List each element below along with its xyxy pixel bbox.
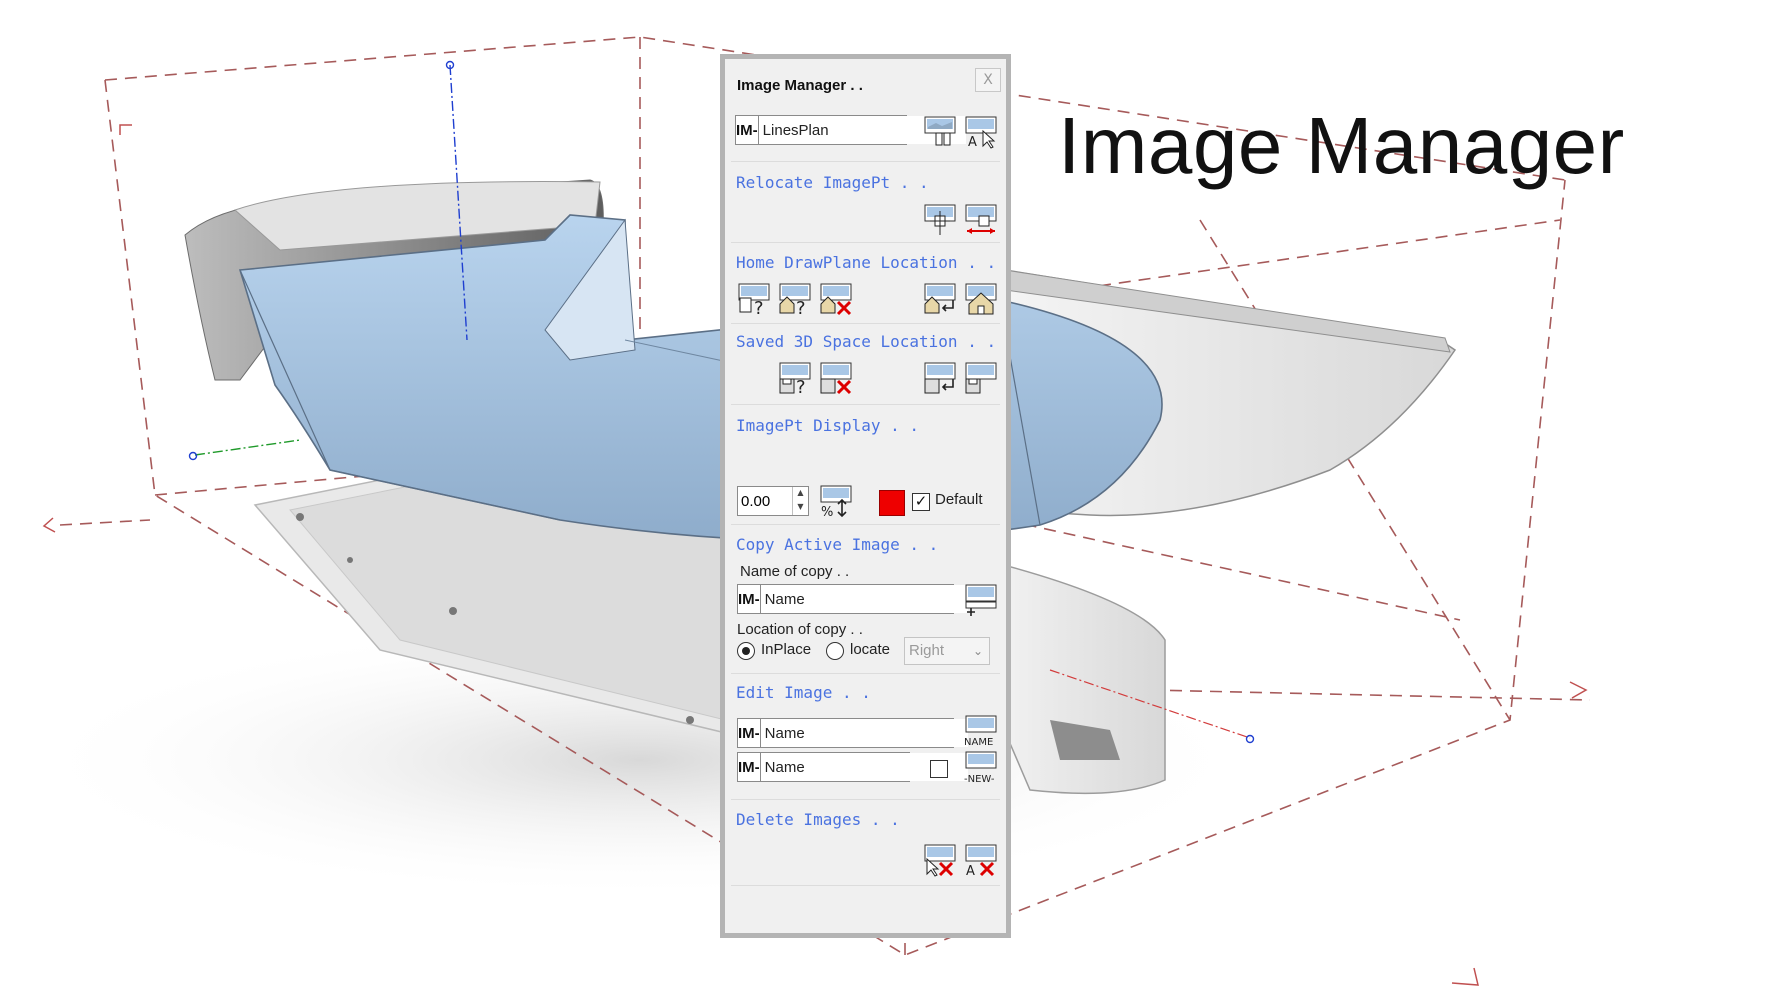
copy-name-label: Name of copy . . [740,563,850,580]
rename-image-button[interactable]: NAME [963,714,999,750]
default-label: Default [935,491,983,508]
disk-save-icon [965,362,997,394]
home-drawplane-section-title: Home DrawPlane Location . . [736,253,997,272]
delete-selected-image-button[interactable] [922,841,958,877]
imagept-color-swatch[interactable] [879,490,905,516]
saved3d-delete-button[interactable] [818,359,854,395]
edit-new-checkbox[interactable] [930,760,948,778]
home-restore-icon [924,283,956,314]
home-query-doc-button[interactable]: ? [736,280,772,316]
panel-title: Image Manager . . [737,77,863,94]
image-delete-cursor-icon [924,844,956,877]
saved3d-query-button[interactable]: ? [777,359,813,395]
new-image-button[interactable]: -NEW- [963,750,999,786]
copy-name-field[interactable]: IM- [737,584,968,614]
relocate-section-title: Relocate ImagePt . . [736,173,929,192]
relocate-imagept-button[interactable] [922,201,958,237]
binoculars-image-icon [924,116,956,146]
disk-delete-icon [820,362,852,395]
home-set-button[interactable] [963,280,999,316]
name-button-label: NAME [964,737,993,748]
imagept-size-spinner[interactable]: ▲ ▼ [737,486,809,516]
copy-section-title: Copy Active Image . . [736,535,939,554]
active-image-field[interactable]: IM- [735,115,966,145]
home-question-icon: ? [779,283,811,316]
svg-text:?: ? [754,298,764,316]
copy-direction-select[interactable]: Right ⌄ [904,637,990,665]
image-name-icon: NAME [964,715,997,748]
svg-text:%: % [821,505,833,518]
relocate-imagept-move-button[interactable] [963,201,999,237]
svg-text:A: A [966,864,975,877]
edit-rename-input[interactable] [760,719,968,747]
delete-all-images-button[interactable]: A [963,841,999,877]
image-delete-all-icon: A [965,844,997,877]
home-delete-icon [820,283,852,316]
image-new-icon: -NEW- [964,751,997,785]
home-icon [965,283,997,315]
find-image-button[interactable] [922,113,958,149]
chevron-down-icon: ⌄ [972,644,983,658]
locate-label: locate [850,641,891,658]
disk-restore-icon [924,362,956,394]
relocate-move-icon [965,204,997,234]
svg-text:?: ? [796,377,806,395]
saved-3d-section-title: Saved 3D Space Location . . [736,332,997,351]
edit-section-title: Edit Image . . [736,683,871,702]
spin-down-icon[interactable]: ▼ [793,501,808,515]
copy-name-input[interactable] [760,585,968,613]
disk-question-icon: ? [779,362,811,395]
percent-scale-icon: % [820,485,852,518]
imagept-scale-button[interactable]: % [818,482,854,518]
image-manager-panel: Image Manager . . X IM- A Relocate Image… [720,54,1011,938]
close-button[interactable]: X [975,68,1001,92]
inplace-label: InPlace [761,641,812,658]
copy-direction-value: Right [909,642,945,659]
image-copy-icon [965,584,997,616]
svg-text:A: A [968,135,977,149]
home-query-button[interactable]: ? [777,280,813,316]
copy-location-label: Location of copy . . [737,621,863,638]
new-button-label: -NEW- [964,774,995,785]
im-prefix-label: IM- [738,753,761,781]
im-prefix-label: IM- [738,719,761,747]
relocate-point-icon [924,204,956,235]
inplace-radio[interactable] [737,642,755,660]
saved3d-restore-button[interactable] [922,359,958,395]
image-cursor-icon: A [965,116,997,149]
saved3d-save-button[interactable] [963,359,999,395]
select-image-button[interactable]: A [963,113,999,149]
horizontal-axis-line [194,439,301,456]
copy-image-button[interactable] [963,581,999,617]
overlay-title: Image Manager [1058,101,1625,190]
default-checkbox[interactable]: ✓ [912,493,930,511]
im-prefix-label: IM- [738,585,761,613]
svg-text:?: ? [796,298,806,316]
edit-rename-field[interactable]: IM- [737,718,968,748]
imagept-size-input[interactable] [738,487,792,515]
spin-up-icon[interactable]: ▲ [793,487,808,501]
home-delete-button[interactable] [818,280,854,316]
delete-section-title: Delete Images . . [736,810,900,829]
edit-new-field[interactable]: IM- [737,752,968,782]
locate-radio[interactable] [826,642,844,660]
im-prefix-label: IM- [736,116,759,144]
home-restore-button[interactable] [922,280,958,316]
home-doc-question-icon: ? [738,283,770,316]
imagept-display-section-title: ImagePt Display . . [736,416,920,435]
